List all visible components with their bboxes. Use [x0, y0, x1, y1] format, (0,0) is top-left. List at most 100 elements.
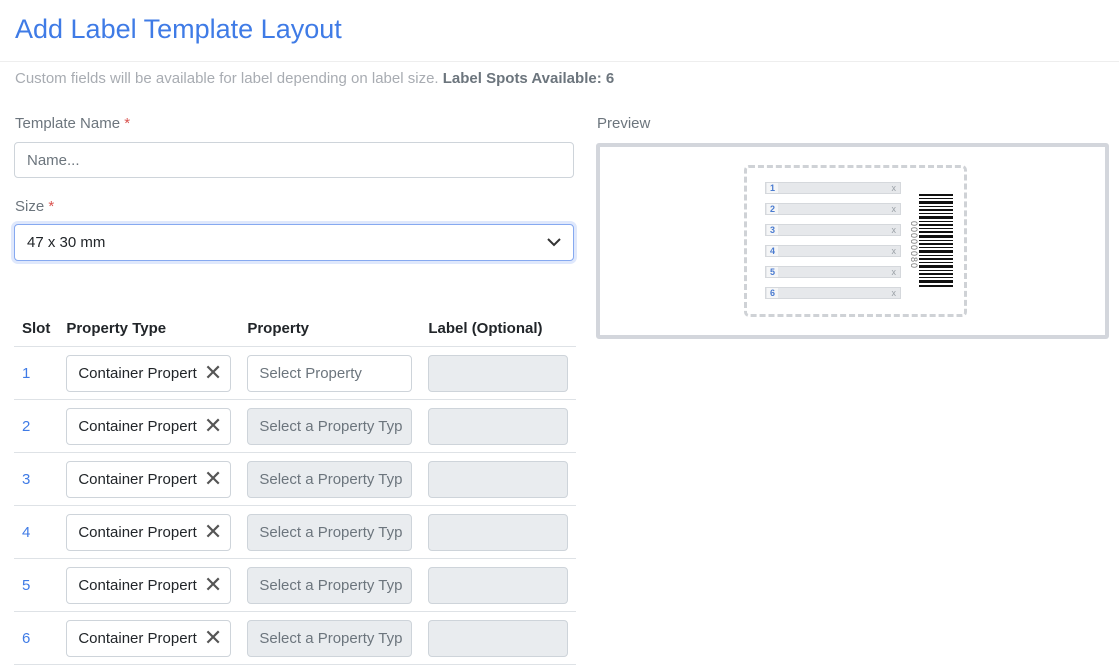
property-select: Select a Property Typ [247, 566, 413, 604]
property-type-cell: Container Propert ✕ [58, 505, 240, 559]
preview-slot-remove: x [891, 246, 897, 256]
property-type-select[interactable]: Container Propert ✕ [66, 513, 232, 551]
required-mark: * [124, 115, 131, 132]
barcode-icon [919, 194, 953, 287]
property-type-select[interactable]: Container Propert ✕ [66, 407, 232, 445]
label-cell [420, 346, 577, 400]
table-row: 5 Container Propert ✕ Select a Property Typ [14, 558, 577, 612]
preview-slot-number: 1 [767, 183, 778, 193]
property-select: Select a Property Typ [247, 407, 413, 445]
preview-slot-remove: x [891, 267, 897, 277]
preview-slot: 2x [765, 203, 901, 215]
property-type-value: Container Propert [78, 576, 197, 594]
label-input[interactable] [428, 407, 569, 445]
property-value: Select a Property Typ [259, 417, 403, 435]
property-type-value: Container Propert [78, 629, 197, 647]
label-input[interactable] [428, 513, 569, 551]
label-input[interactable] [428, 354, 569, 392]
template-name-label: Template Name * [15, 115, 130, 132]
property-value: Select a Property Typ [259, 470, 403, 488]
label-outline: 00000080 1x2x3x4x5x6x [744, 165, 967, 317]
property-type-select[interactable]: Container Propert ✕ [66, 566, 232, 604]
label-cell [420, 505, 577, 559]
preview-slot-remove: x [891, 204, 897, 214]
label-spots-available: Label Spots Available: 6 [442, 70, 615, 87]
preview-slot: 6x [765, 287, 901, 299]
property-cell: Select a Property Typ [239, 452, 421, 506]
preview-slot: 5x [765, 266, 901, 278]
preview-slot: 1x [765, 182, 901, 194]
label-input[interactable] [428, 566, 569, 604]
table-header-row: Slot Property Type Property Label (Optio… [14, 310, 577, 347]
slot-number: 6 [14, 611, 59, 665]
label-input[interactable] [428, 619, 569, 657]
template-name-input[interactable] [14, 142, 574, 178]
template-name-label-text: Template Name [15, 115, 121, 132]
preview-slot-number: 4 [767, 246, 778, 256]
property-type-value: Container Propert [78, 417, 197, 435]
title-divider [0, 61, 1119, 62]
property-type-cell: Container Propert ✕ [58, 452, 240, 506]
header-slot: Slot [14, 310, 59, 347]
property-cell: Select a Property Typ [239, 611, 421, 665]
table-row: 3 Container Propert ✕ Select a Property Typ [14, 452, 577, 506]
preview-label: Preview [597, 115, 651, 132]
property-type-select[interactable]: Container Propert ✕ [66, 460, 232, 498]
property-type-select[interactable]: Container Propert ✕ [66, 354, 232, 392]
slots-table: Slot Property Type Property Label (Optio… [14, 310, 577, 665]
property-select: Select a Property Typ [247, 513, 413, 551]
slot-number: 3 [14, 452, 59, 506]
preview-slot: 4x [765, 245, 901, 257]
label-cell [420, 611, 577, 665]
property-value: Select a Property Typ [259, 523, 403, 541]
property-type-cell: Container Propert ✕ [58, 558, 240, 612]
property-cell: Select a Property Typ [239, 399, 421, 453]
page-title: Add Label Template Layout [15, 14, 342, 44]
property-type-value: Container Propert [78, 523, 197, 541]
property-type-cell: Container Propert ✕ [58, 399, 240, 453]
close-icon[interactable]: ✕ [204, 574, 222, 596]
label-cell [420, 558, 577, 612]
close-icon[interactable]: ✕ [204, 627, 222, 649]
close-icon[interactable]: ✕ [204, 415, 222, 437]
table-row: 2 Container Propert ✕ Select a Property Typ [14, 399, 577, 453]
preview-slot-remove: x [891, 288, 897, 298]
property-cell: Select a Property Typ [239, 505, 421, 559]
slot-number: 1 [14, 346, 59, 400]
header-property-type: Property Type [58, 310, 240, 347]
label-cell [420, 399, 577, 453]
property-select: Select a Property Typ [247, 619, 413, 657]
preview-slot-number: 5 [767, 267, 778, 277]
property-value: Select a Property Typ [259, 576, 403, 594]
property-value: Select a Property Typ [259, 629, 403, 647]
chevron-down-icon [547, 238, 561, 247]
table-row: 6 Container Propert ✕ Select a Property Typ [14, 611, 577, 665]
table-row: 1 Container Propert ✕ Select Property [14, 346, 577, 400]
property-select[interactable]: Select Property [247, 354, 413, 392]
header-property: Property [239, 310, 421, 347]
property-cell: Select a Property Typ [239, 558, 421, 612]
required-mark: * [48, 198, 55, 215]
close-icon[interactable]: ✕ [204, 468, 222, 490]
header-label: Label (Optional) [420, 310, 577, 347]
label-input[interactable] [428, 460, 569, 498]
property-value: Select Property [259, 364, 362, 382]
slot-number: 5 [14, 558, 59, 612]
close-icon[interactable]: ✕ [204, 521, 222, 543]
label-cell [420, 452, 577, 506]
size-select[interactable]: 47 x 30 mm [14, 224, 574, 261]
property-type-value: Container Propert [78, 364, 197, 382]
slot-number: 4 [14, 505, 59, 559]
close-icon[interactable]: ✕ [204, 362, 222, 384]
preview-slot-remove: x [891, 225, 897, 235]
size-label: Size * [15, 198, 54, 215]
table-row: 4 Container Propert ✕ Select a Property Typ [14, 505, 577, 559]
property-type-select[interactable]: Container Propert ✕ [66, 619, 232, 657]
label-preview: 00000080 1x2x3x4x5x6x [596, 143, 1109, 339]
barcode-number: 00000080 [909, 220, 920, 270]
page-subtitle: Custom fields will be available for labe… [15, 70, 614, 87]
slot-number: 2 [14, 399, 59, 453]
property-type-cell: Container Propert ✕ [58, 346, 240, 400]
preview-slot-number: 2 [767, 204, 778, 214]
preview-slot-number: 6 [767, 288, 778, 298]
